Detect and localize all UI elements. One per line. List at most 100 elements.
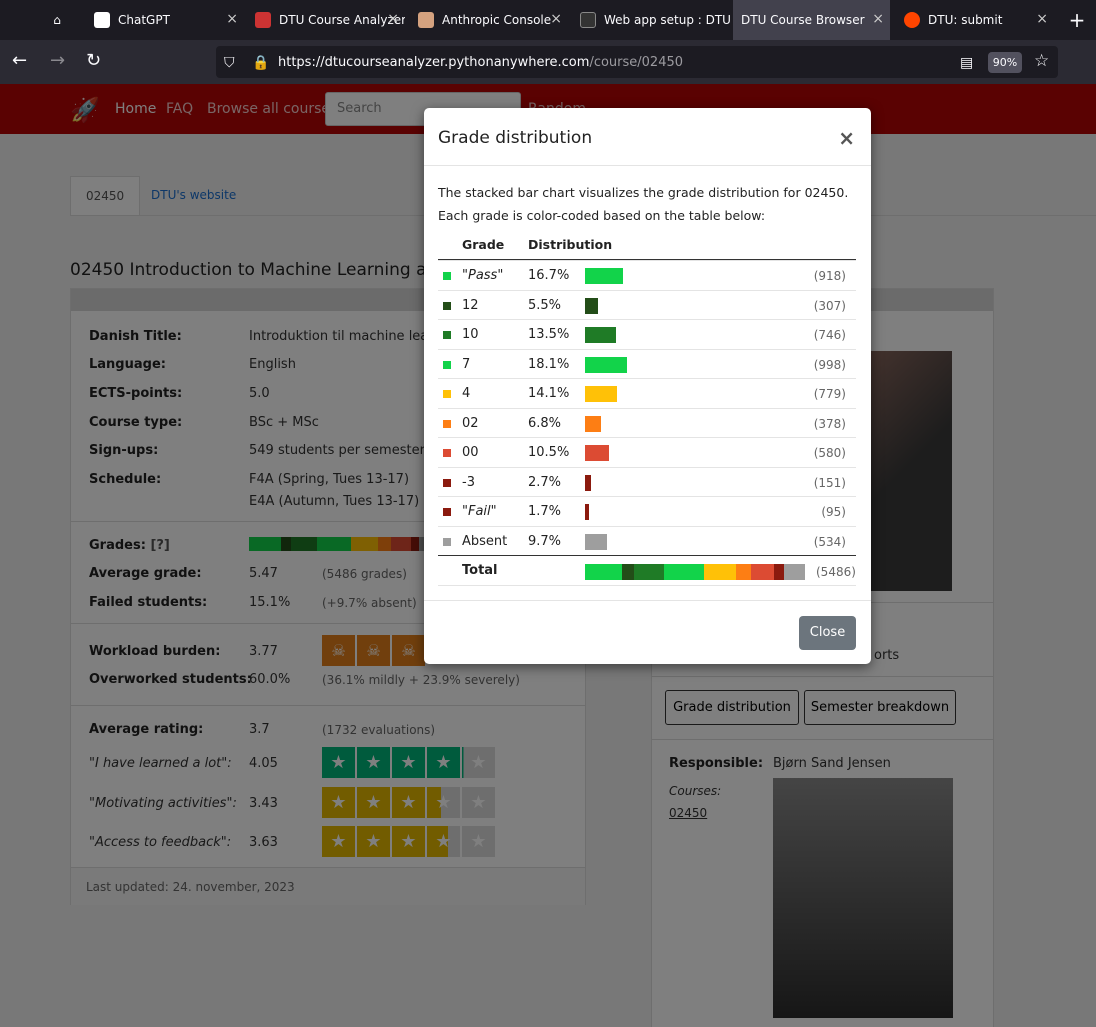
grade-count: (580) <box>813 446 846 460</box>
grade-count: (378) <box>813 416 846 431</box>
grade-distribution-modal: Grade distribution × The stacked bar cha… <box>424 108 871 664</box>
close-icon[interactable]: × <box>226 11 238 27</box>
grade-bar <box>585 356 627 373</box>
grade-bar <box>585 327 617 343</box>
grade-name: 4 <box>462 386 471 401</box>
grade-percent: 2.7% <box>528 474 562 490</box>
grade-bar <box>585 268 624 284</box>
grade-color-swatch <box>443 272 451 280</box>
close-icon[interactable]: × <box>838 126 855 150</box>
close-button[interactable]: Close <box>799 616 856 650</box>
back-icon[interactable]: ← <box>12 51 27 71</box>
reader-view-icon[interactable]: ▤ <box>960 53 973 73</box>
grade-color-swatch <box>443 360 451 369</box>
stacked-segment <box>585 564 623 580</box>
grade-name: -3 <box>462 474 475 490</box>
grade-name: "Pass" <box>462 268 504 283</box>
grade-bar <box>585 386 618 402</box>
col-grade-header: Grade <box>462 237 505 252</box>
grade-name: 02 <box>462 415 479 431</box>
grade-name: 12 <box>462 297 479 313</box>
grade-bar <box>585 297 598 314</box>
grade-color-swatch <box>443 537 451 546</box>
grade-name: Absent <box>462 533 508 549</box>
browser-tab[interactable]: Web app setup : DTU <box>570 0 730 40</box>
grade-row: 10 13.5% (746) <box>438 319 856 349</box>
grade-row: 7 18.1% (998) <box>438 348 856 379</box>
total-label: Total <box>462 563 498 578</box>
stacked-segment <box>783 564 806 580</box>
browser-tab[interactable]: Anthropic Console × <box>408 0 568 40</box>
grade-row: 4 14.1% (779) <box>438 378 856 408</box>
grade-percent: 18.1% <box>528 356 570 372</box>
modal-description: The stacked bar chart visualizes the gra… <box>438 185 849 223</box>
grade-percent: 14.1% <box>528 386 570 401</box>
grade-bar <box>585 445 610 461</box>
close-icon[interactable]: × <box>550 11 562 27</box>
grade-bar <box>585 504 589 520</box>
lock-icon: 🔒 <box>252 55 270 71</box>
home-icon[interactable]: ⌂ <box>42 0 72 40</box>
loading-icon <box>580 12 596 28</box>
grade-count: (534) <box>813 534 846 549</box>
grade-row: -3 2.7% (151) <box>438 466 856 497</box>
grade-percent: 16.7% <box>528 268 570 283</box>
total-stacked-bar <box>585 564 807 580</box>
browser-tab[interactable]: DTU Course Analyzer × <box>245 0 405 40</box>
grade-color-swatch <box>443 419 451 428</box>
stacked-segment <box>704 564 736 580</box>
browser-tab[interactable]: DTU: submit × <box>894 0 1054 40</box>
grade-row: 12 5.5% (307) <box>438 289 856 320</box>
url-text[interactable]: https://dtucourseanalyzer.pythonanywhere… <box>278 55 683 70</box>
close-icon[interactable]: × <box>387 11 399 27</box>
table-total-line <box>438 555 856 556</box>
close-icon[interactable]: × <box>872 11 884 27</box>
shield-icon[interactable]: ⛉ <box>224 53 235 73</box>
grade-percent: 10.5% <box>528 445 570 460</box>
close-icon[interactable]: × <box>1036 11 1048 27</box>
grade-row: 00 10.5% (580) <box>438 437 856 467</box>
grade-name: 00 <box>462 445 479 460</box>
grade-percent: 5.5% <box>528 297 562 313</box>
modal-footer-divider <box>424 600 871 601</box>
reload-icon[interactable]: ↻ <box>86 51 101 71</box>
grade-percent: 13.5% <box>528 327 570 342</box>
grade-color-swatch <box>443 331 451 339</box>
stacked-segment <box>750 564 775 580</box>
stacked-segment <box>622 564 635 580</box>
grade-row: "Pass" 16.7% (918) <box>438 260 856 290</box>
grade-name: 10 <box>462 327 479 342</box>
col-distribution-header: Distribution <box>528 237 613 252</box>
anthropic-icon <box>418 12 434 28</box>
browser-tab-active[interactable]: DTU Course Browser × <box>733 0 890 40</box>
grade-row: 02 6.8% (378) <box>438 407 856 438</box>
grade-color-swatch <box>443 390 451 398</box>
chatgpt-icon <box>94 12 110 28</box>
grade-row: "Fail" 1.7% (95) <box>438 496 856 526</box>
grade-name: 7 <box>462 356 471 372</box>
new-tab-icon[interactable]: + <box>1062 0 1092 40</box>
grade-percent: 1.7% <box>528 504 562 519</box>
grade-count: (151) <box>813 475 846 490</box>
forward-icon[interactable]: → <box>50 51 65 71</box>
grade-bar <box>585 474 592 491</box>
grade-percent: 6.8% <box>528 415 562 431</box>
grade-count: (918) <box>813 269 846 283</box>
grade-color-swatch <box>443 478 451 487</box>
table-bottom-line <box>438 585 856 586</box>
total-count: (5486) <box>816 565 856 579</box>
stacked-segment <box>735 564 751 580</box>
modal-title: Grade distribution <box>438 128 593 148</box>
reddit-icon <box>904 12 920 28</box>
grade-count: (779) <box>813 387 846 401</box>
bookmark-star-icon[interactable]: ☆ <box>1034 51 1049 71</box>
browser-tab-strip: ⌂ ChatGPT × DTU Course Analyzer × Anthropi… <box>0 0 1096 40</box>
grade-name: "Fail" <box>462 504 497 519</box>
grade-color-swatch <box>443 508 451 516</box>
stacked-segment <box>664 564 705 580</box>
dtu-icon <box>255 12 271 28</box>
grade-count: (746) <box>813 328 846 342</box>
zoom-level[interactable]: 90% <box>988 52 1022 73</box>
browser-tab[interactable]: ChatGPT × <box>84 0 244 40</box>
grade-row: Absent 9.7% (534) <box>438 525 856 556</box>
